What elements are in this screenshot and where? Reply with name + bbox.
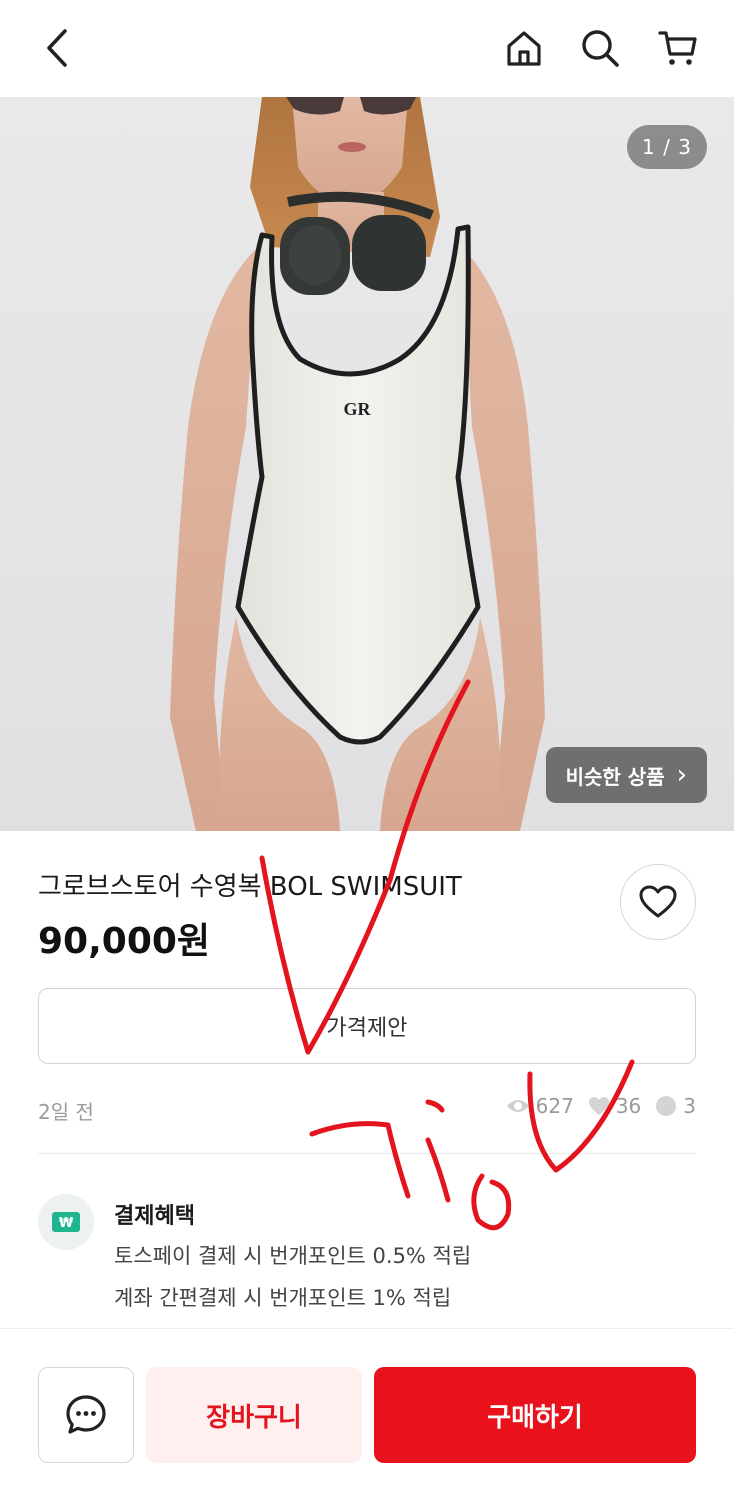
section-divider [38,1153,696,1154]
similar-products-label: 비슷한 상품 [565,764,665,789]
view-count-value: 627 [535,1094,574,1118]
product-title: 그로브스토어 수영복 BOL SWIMSUIT [38,872,462,902]
wishlist-button[interactable] [620,864,696,940]
bottom-action-bar: 장바구니 구매하기 [0,1328,734,1500]
chat-icon [656,1096,677,1116]
payment-benefit-title: 결제혜택 [114,1204,195,1229]
product-photo: GR [170,97,545,831]
home-button[interactable] [498,22,550,74]
add-to-cart-label: 장바구니 [206,1402,302,1433]
chat-count-value: 3 [683,1094,696,1118]
similar-products-button[interactable]: 비슷한 상품 › [545,747,707,803]
eye-icon [506,1100,529,1112]
like-count: 36 [588,1094,641,1118]
posted-time: 2일 전 [38,1100,94,1124]
payment-benefit-badge: ₩ [38,1194,94,1250]
back-button[interactable] [32,22,84,74]
chat-count: 3 [655,1094,696,1118]
like-count-value: 36 [615,1094,642,1118]
heart-icon [588,1097,609,1115]
buy-now-label: 구매하기 [487,1402,583,1433]
won-ticket-icon: ₩ [52,1212,80,1232]
product-stats: 627 36 3 [506,1094,696,1118]
price-offer-label: 가격제안 [326,1016,408,1041]
chat-bubble-icon [66,1395,106,1434]
cart-icon [658,31,697,65]
price-offer-button[interactable]: 가격제안 [38,988,696,1064]
add-to-cart-button[interactable]: 장바구니 [146,1367,362,1463]
swimsuit-logo: GR [344,399,372,419]
buy-now-button[interactable]: 구매하기 [374,1367,696,1463]
chevron-right-icon: › [676,760,687,790]
cart-button[interactable] [652,22,704,74]
payment-benefit-toss: 토스페이 결제 시 번개포인트 0.5% 적립 [114,1244,472,1268]
search-icon [582,30,619,67]
chevron-left-icon [47,29,67,67]
won-symbol: ₩ [59,1216,74,1231]
home-icon [507,31,541,66]
payment-benefit-account: 계좌 간편결제 시 번개포인트 1% 적립 [114,1286,452,1310]
search-button[interactable] [574,22,626,74]
heart-outline-icon [639,885,677,918]
view-count: 627 [506,1094,574,1118]
top-navigation-bar [0,0,734,97]
product-image-gallery[interactable]: GR 1 / 3 비슷한 상품 › [0,97,734,831]
image-counter-badge: 1 / 3 [627,125,707,169]
product-price: 90,000원 [38,921,211,962]
chat-button[interactable] [38,1367,134,1463]
